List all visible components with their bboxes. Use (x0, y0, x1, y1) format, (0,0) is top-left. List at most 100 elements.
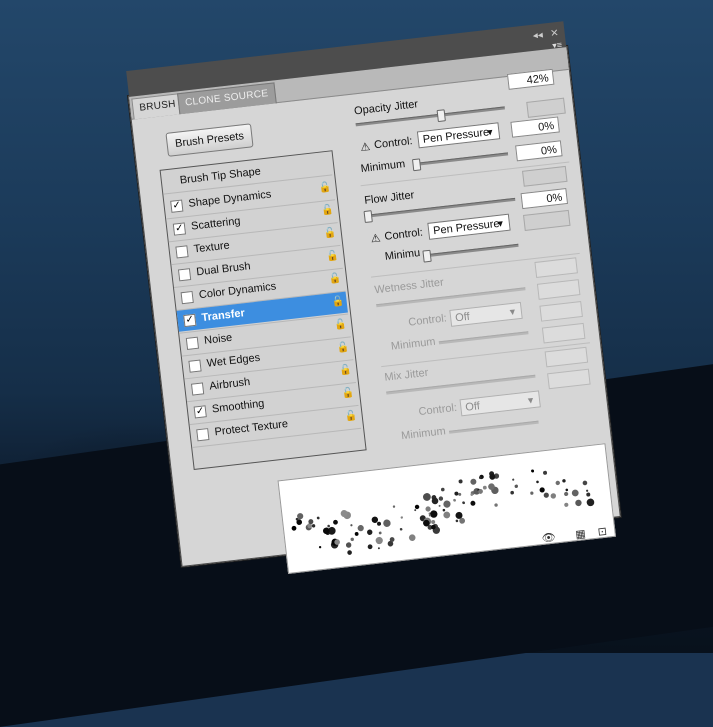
mix-jitter-label: Mix Jitter (383, 366, 429, 384)
checkbox[interactable]: ✓ (172, 222, 187, 236)
brush-dab (375, 536, 383, 545)
empty-field (544, 346, 589, 368)
checkbox[interactable] (185, 336, 200, 350)
lock-icon[interactable]: 🔓 (344, 410, 358, 422)
wetness-control-select: Off ▼ (449, 301, 523, 327)
opacity-control-field[interactable]: 0% (510, 116, 560, 138)
list-item-label: Protect Texture (213, 418, 289, 439)
brush-dab (350, 537, 354, 542)
flow-control-select[interactable]: Pen Pressure ▼ (427, 213, 511, 240)
brush-dab (510, 490, 514, 495)
brush-dab (453, 498, 456, 502)
lock-icon[interactable]: 🔓 (328, 273, 342, 285)
empty-field (541, 322, 586, 344)
brush-dab (438, 504, 441, 507)
opacity-minimum-field[interactable]: 0% (515, 140, 563, 162)
brush-dab (530, 491, 534, 495)
lock-icon[interactable]: 🔓 (321, 204, 335, 216)
slider-knob[interactable] (422, 249, 432, 263)
lock-icon[interactable]: 🔓 (339, 364, 353, 376)
flow-minimum-label: Minimu (384, 246, 421, 263)
checkbox[interactable] (190, 382, 205, 396)
checkbox[interactable]: ✓ (193, 405, 207, 419)
list-item-label: Noise (203, 331, 233, 347)
lock-icon[interactable]: 🔓 (326, 250, 340, 262)
checkbox[interactable] (177, 268, 192, 282)
brush-dab (482, 485, 487, 490)
lock-icon[interactable]: 🔓 (336, 342, 350, 354)
checkbox[interactable] (175, 245, 189, 259)
flow-minimum-slider[interactable] (422, 243, 519, 263)
slider-knob[interactable] (411, 158, 422, 172)
brush-settings-list: Brush Tip Shape ✓ Shape Dynamics 🔓 ✓ Scatter… (159, 150, 367, 470)
brush-dab (311, 524, 316, 528)
new-preset-icon[interactable]: ⊡ (595, 525, 610, 539)
chevron-down-icon: ▼ (525, 394, 536, 406)
close-icon[interactable]: ✕ (550, 28, 560, 41)
lock-icon[interactable]: 🔓 (331, 296, 345, 308)
brush-dab (586, 498, 595, 507)
checkbox[interactable] (188, 359, 202, 373)
brush-dab (354, 532, 359, 536)
mix-control-select: Off ▼ (459, 390, 541, 417)
eye-icon[interactable]: 👁 (541, 531, 556, 545)
opacity-control-label: Control: (373, 135, 414, 152)
collapse-icon[interactable]: ◂◂ (532, 30, 543, 43)
list-item-label: Texture (193, 239, 231, 256)
lock-icon[interactable]: 🔓 (323, 227, 337, 239)
list-item-label: Scattering (190, 215, 242, 233)
empty-field (534, 257, 578, 278)
brush-dab (377, 547, 380, 550)
wetness-minimum-slider (438, 331, 529, 345)
wetness-jitter-label: Wetness Jitter (373, 276, 445, 297)
opacity-minimum-slider[interactable] (411, 152, 509, 172)
brush-dab (347, 550, 352, 555)
grid-icon[interactable]: ▦ (573, 528, 588, 542)
brush-dab (345, 542, 352, 548)
brush-dab (543, 470, 548, 475)
checkbox[interactable] (180, 290, 194, 305)
brush-dab (367, 529, 373, 535)
empty-field (523, 209, 571, 231)
brush-dab (455, 519, 459, 523)
mix-minimum-label: Minimum (400, 425, 447, 443)
checkbox[interactable]: ✓ (170, 199, 184, 213)
brush-dab (575, 499, 582, 507)
lock-icon[interactable]: 🔓 (342, 387, 356, 399)
tab-brush[interactable]: BRUSH (131, 92, 184, 120)
brush-dab (462, 501, 465, 505)
list-item-label: Dual Brush (195, 260, 252, 279)
checkbox[interactable] (196, 428, 210, 442)
checkbox[interactable]: ✓ (183, 313, 197, 328)
brush-dab (514, 484, 518, 488)
brush-dab (564, 502, 569, 507)
brush-presets-button[interactable]: Brush Presets (165, 123, 254, 157)
brush-dab (333, 519, 338, 525)
slider-knob[interactable] (363, 210, 373, 223)
brush-dab (430, 510, 438, 518)
lock-icon[interactable]: 🔓 (334, 319, 348, 331)
brush-dab (383, 519, 391, 527)
brush-dab (494, 503, 498, 507)
list-item-label: Color Dynamics (198, 280, 277, 302)
list-item-label: Shape Dynamics (187, 188, 272, 210)
panel-menu-icon[interactable]: ▾≡ (552, 40, 563, 52)
brush-dab (408, 534, 416, 541)
brush-dab (550, 493, 557, 499)
empty-field (547, 368, 591, 390)
mix-minimum-slider (448, 420, 539, 434)
list-item-label: Wet Edges (206, 351, 261, 370)
brush-dab (470, 500, 476, 506)
brush-dab (431, 519, 436, 524)
brush-dab (458, 492, 462, 496)
brush-dab (392, 505, 396, 508)
opacity-control-select[interactable]: Pen Pressure ▼ (416, 122, 501, 149)
mix-control-label: Control: (417, 401, 458, 419)
brush-dab (318, 545, 322, 549)
brush-dab (571, 489, 579, 497)
brush-dab (443, 511, 451, 519)
chevron-down-icon: ▼ (507, 306, 518, 318)
flow-control-field-top[interactable]: 0% (520, 187, 569, 210)
slider-knob[interactable] (436, 109, 446, 123)
lock-icon[interactable]: 🔓 (318, 182, 332, 194)
